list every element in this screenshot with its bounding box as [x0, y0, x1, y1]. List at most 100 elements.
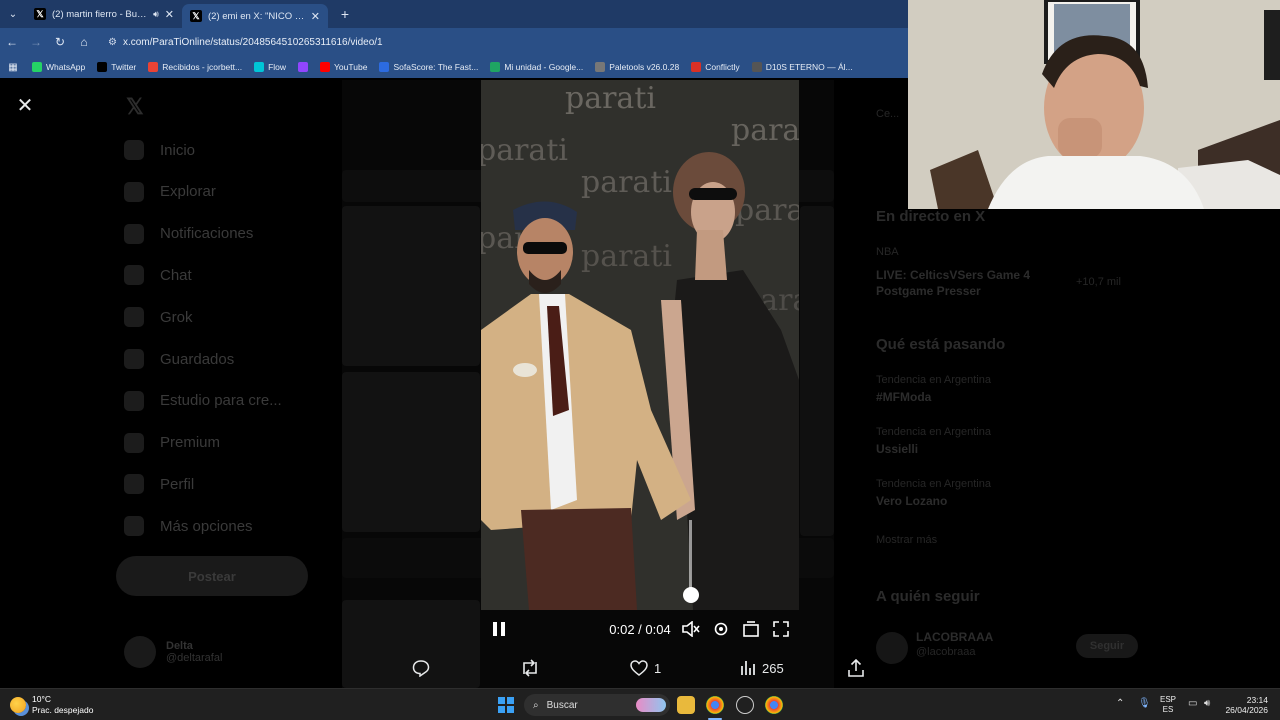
weather-condition: Prac. despejado	[32, 705, 94, 715]
nav-icon	[124, 140, 144, 160]
clock-app-icon[interactable]	[736, 696, 754, 714]
user-handle: @deltarafal	[166, 652, 223, 664]
back-arrow-icon[interactable]: ←	[0, 30, 24, 54]
weather-sun-icon	[10, 697, 26, 713]
file-explorer-icon[interactable]	[677, 696, 695, 714]
sidebar-item-explorar: Explorar	[124, 181, 216, 202]
volume-icon[interactable]: 🔊︎	[1204, 698, 1210, 709]
chrome-icon[interactable]	[706, 696, 724, 714]
bookmark-youtube[interactable]: YouTube	[314, 57, 373, 77]
new-tab-button[interactable]: +	[334, 3, 356, 25]
sidebar-item-estudio-para-cre: Estudio para cre...	[124, 390, 282, 411]
bookmark-label: Paletools v26.0.28	[609, 62, 680, 72]
apps-grid-icon[interactable]: ▦	[0, 62, 26, 73]
video-backdrop-text: parati	[735, 193, 799, 228]
webcam-image	[908, 0, 1280, 209]
repost-button[interactable]	[520, 656, 540, 680]
like-button[interactable]: 1	[630, 656, 661, 680]
bookmark-sofascore-the-fast[interactable]: SofaScore: The Fast...	[373, 57, 484, 77]
picture-in-picture-icon[interactable]	[740, 618, 762, 640]
video-backdrop-text: parati	[581, 165, 672, 200]
video-frame-image: parati parati parati parati parati parat…	[481, 80, 799, 610]
corner-label: Ce...	[876, 108, 900, 120]
pause-button[interactable]	[488, 618, 510, 640]
whatsapp-icon	[32, 62, 42, 72]
gmail-icon	[148, 62, 159, 72]
close-media-icon[interactable]: ✕	[14, 94, 36, 117]
flow-icon	[254, 62, 265, 72]
account-switcher: Delta @deltarafal	[124, 636, 222, 668]
webcam-overlay	[908, 0, 1280, 209]
taskbar-search[interactable]: ⌕ Buscar	[524, 694, 670, 716]
browser-toolbar: ← → ↻ ⌂ ⚙ x.com/ParaTiOnline/status/2048…	[0, 28, 908, 56]
x-logo-icon: 𝕏	[126, 94, 144, 119]
site-info-icon[interactable]: ⚙	[108, 37, 117, 48]
address-bar[interactable]: ⚙ x.com/ParaTiOnline/status/204856451026…	[100, 31, 890, 53]
bookmark-twitch[interactable]	[292, 57, 314, 77]
tab-emi-post[interactable]: 𝕏 (2) emi en X: "NICO OCCHIATO ✕	[182, 4, 328, 28]
post-actions: 1 265	[400, 656, 880, 680]
system-clock[interactable]: 23:14 26/04/2026	[1222, 695, 1268, 715]
bookmark-d10s-eterno-l[interactable]: D10S ETERNO — Ál...	[746, 57, 859, 77]
mute-icon[interactable]	[680, 618, 702, 640]
reply-icon	[412, 660, 430, 677]
reload-icon[interactable]: ↻	[48, 30, 72, 54]
views-button[interactable]: 265	[740, 656, 784, 680]
bookmark-whatsapp[interactable]: WhatsApp	[26, 57, 91, 77]
progress-track[interactable]	[689, 520, 692, 590]
home-icon[interactable]: ⌂	[72, 30, 96, 54]
live-count: +10,7 mil	[1076, 276, 1121, 288]
settings-gear-icon[interactable]	[710, 618, 732, 640]
windows-start-icon[interactable]	[498, 697, 514, 713]
x-logo-icon	[97, 62, 108, 72]
tab-search-chevron-icon[interactable]: ⌄	[0, 0, 26, 28]
share-button[interactable]	[848, 656, 864, 680]
nav-icon	[124, 390, 144, 411]
input-language[interactable]: ESP ES	[1160, 695, 1176, 715]
page-icon	[751, 62, 762, 72]
progress-scrubber[interactable]	[683, 587, 699, 603]
tab-martin-fierro[interactable]: 𝕏 (2) martin fierro - Buscar / X 🔊︎ ✕	[26, 0, 182, 28]
bookmark-mi-unidad-google[interactable]: Mi unidad - Google...	[484, 57, 589, 77]
weather-widget[interactable]: 10°C Prac. despejado	[10, 694, 93, 716]
tray-overflow-chevron-icon[interactable]: ⌃	[1116, 698, 1124, 709]
google-drive-icon	[490, 62, 501, 72]
bookmark-label: SofaScore: The Fast...	[393, 62, 479, 72]
reply-button[interactable]	[412, 656, 430, 680]
avatar	[876, 632, 908, 664]
chrome-profile-icon[interactable]	[765, 696, 783, 714]
bookmark-twitter[interactable]: Twitter	[91, 57, 142, 77]
sidebar-item-label: Perfil	[160, 475, 195, 493]
sidebar-item-guardados: Guardados	[124, 349, 234, 369]
bookmark-flow[interactable]: Flow	[248, 57, 292, 77]
nav-icon	[124, 474, 144, 495]
view-count: 265	[762, 660, 784, 676]
nav-icon	[124, 516, 144, 537]
language-code: ESP	[1160, 695, 1177, 704]
sidebar-item-label: Más opciones	[160, 517, 253, 535]
background-sidebar: 𝕏 Inicio Explorar Notificaciones Chat Grok Gu…	[112, 80, 332, 688]
bookmark-conflictly[interactable]: Conflictly	[685, 57, 745, 77]
forward-arrow-icon[interactable]: →	[24, 30, 48, 54]
speaker-icon[interactable]: 🔊︎	[153, 9, 159, 20]
views-chart-icon	[741, 661, 755, 675]
microphone-icon[interactable]: 🎙︎	[1138, 698, 1151, 709]
bookmark-recibidos-jcorbett[interactable]: Recibidos - jcorbett...	[142, 57, 248, 77]
tab-close-icon[interactable]: ✕	[311, 10, 320, 23]
nav-icon	[124, 223, 144, 244]
video-player[interactable]: parati parati parati parati parati parat…	[481, 80, 799, 610]
sofascore-icon	[379, 62, 390, 72]
live-source: NBA	[876, 246, 899, 258]
sidebar-item-chat: Chat	[124, 265, 192, 286]
clock-date: 26/04/2026	[1225, 705, 1268, 715]
sidebar-item-label: Explorar	[160, 183, 216, 201]
fullscreen-icon[interactable]	[770, 618, 792, 640]
like-count: 1	[654, 660, 662, 676]
sidebar-item-perfil: Perfil	[124, 474, 195, 495]
trend-item: #MFModa	[876, 390, 932, 404]
network-icon[interactable]: ▭	[1188, 698, 1197, 709]
sidebar-item-m-s-opciones: Más opciones	[124, 516, 253, 537]
bookmark-paletools-v26-0-28[interactable]: Paletools v26.0.28	[589, 57, 685, 77]
tab-close-icon[interactable]: ✕	[165, 8, 174, 21]
live-header: En directo en X	[876, 208, 986, 225]
